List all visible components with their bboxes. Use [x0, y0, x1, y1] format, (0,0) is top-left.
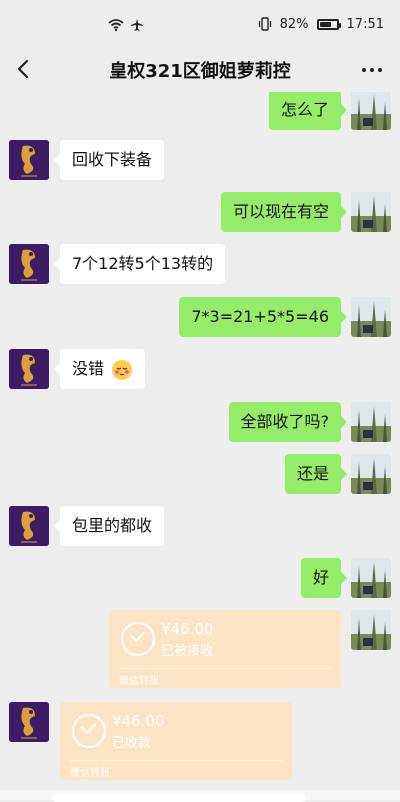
- more-button[interactable]: [360, 62, 384, 78]
- dragon-avatar-icon: [9, 702, 49, 742]
- avatar-other[interactable]: [9, 506, 49, 546]
- battery-icon: [316, 18, 341, 30]
- avatar-self[interactable]: [351, 454, 391, 494]
- divider: [119, 668, 331, 669]
- message-bubble-self[interactable]: 还是: [284, 454, 348, 494]
- landscape-avatar-icon: [351, 610, 391, 650]
- avatar-self[interactable]: [351, 192, 391, 232]
- relieved-face-emoji-icon: [112, 359, 133, 380]
- airplane-icon: [131, 19, 143, 31]
- avatar-other[interactable]: [9, 244, 49, 284]
- transfer-caption: 微信转账: [119, 676, 159, 687]
- chat-title: 皇权321区御姐萝莉控: [109, 61, 291, 82]
- dragon-avatar-icon: [9, 244, 49, 284]
- vibrate-icon: [258, 17, 271, 31]
- landscape-avatar-icon: [351, 297, 391, 337]
- back-button[interactable]: [14, 57, 34, 81]
- landscape-avatar-icon: [351, 92, 391, 130]
- message-bubble-other[interactable]: 回收下装备: [53, 140, 165, 180]
- transfer-card-sent[interactable]: ¥46.00 已被接收 微信转账: [109, 610, 341, 688]
- dot: [378, 68, 382, 72]
- avatar-self[interactable]: [351, 297, 391, 337]
- transfer-amount: ¥46.00: [161, 620, 214, 638]
- message-bubble-self[interactable]: 全部收了吗?: [228, 402, 347, 442]
- dot: [370, 68, 374, 72]
- transfer-amount: ¥46.00: [112, 712, 165, 730]
- message-text: 没错: [72, 359, 105, 378]
- message-list[interactable]: 怎么了 回收下装备 可以现在有空 7个12转5个13转的 7*3=21+5*5=…: [0, 92, 400, 800]
- message-bubble-self[interactable]: 可以现在有空: [220, 192, 348, 232]
- avatar-self[interactable]: [351, 610, 391, 650]
- dragon-avatar-icon: [9, 506, 49, 546]
- dragon-avatar-icon: [9, 349, 49, 389]
- check-circle-icon: [121, 622, 155, 656]
- message-bubble-other[interactable]: 7个12转5个13转的: [53, 244, 226, 284]
- input-bar: [0, 790, 400, 802]
- message-input[interactable]: [52, 794, 306, 802]
- message-bubble-other[interactable]: 没错: [53, 349, 146, 389]
- battery-fill: [319, 21, 331, 27]
- message-bubble-self[interactable]: 好: [300, 558, 348, 598]
- transfer-status: 已收款: [112, 736, 152, 751]
- clock: 17:51: [346, 16, 384, 32]
- avatar-other[interactable]: [9, 702, 49, 742]
- check-circle-icon: [72, 714, 106, 748]
- landscape-avatar-icon: [351, 558, 391, 598]
- chevron-left-icon: [17, 59, 29, 79]
- battery-percent: 82%: [279, 16, 309, 32]
- chat-header: 皇权321区御姐萝莉控: [0, 48, 400, 92]
- message-bubble-self[interactable]: 怎么了: [268, 92, 348, 130]
- dot: [362, 68, 366, 72]
- avatar-self[interactable]: [351, 558, 391, 598]
- landscape-avatar-icon: [351, 454, 391, 494]
- avatar-other[interactable]: [9, 140, 49, 180]
- landscape-avatar-icon: [351, 402, 391, 442]
- transfer-card-received[interactable]: ¥46.00 已收款 微信转账: [60, 702, 292, 780]
- status-left-icons: [108, 18, 144, 32]
- wifi-icon: [108, 19, 124, 31]
- transfer-status: 已被接收: [161, 644, 214, 659]
- divider: [70, 760, 282, 761]
- landscape-avatar-icon: [351, 192, 391, 232]
- avatar-self[interactable]: [351, 92, 391, 130]
- transfer-caption: 微信转账: [70, 768, 110, 779]
- message-bubble-self[interactable]: 7*3=21+5*5=46: [179, 297, 347, 337]
- avatar-other[interactable]: [9, 349, 49, 389]
- status-right: 82% 17:51: [258, 17, 384, 32]
- status-bar: 82% 17:51: [0, 0, 400, 48]
- avatar-self[interactable]: [351, 402, 391, 442]
- message-bubble-other[interactable]: 包里的都收: [53, 506, 165, 546]
- dragon-avatar-icon: [9, 140, 49, 180]
